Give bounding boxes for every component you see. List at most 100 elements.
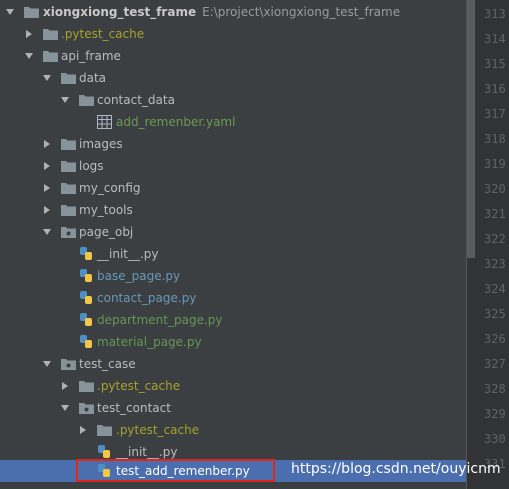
- tree-item-pytest-cache[interactable]: .pytest_cache: [0, 419, 466, 441]
- tree-item-label: contact_page.py: [97, 291, 197, 305]
- tree-item-label: .pytest_cache: [61, 27, 145, 41]
- line-number: 317: [484, 107, 506, 121]
- python-file-icon: [80, 313, 92, 326]
- line-number: 322: [484, 232, 506, 246]
- line-number: 321: [484, 207, 506, 221]
- tree-item-label: base_page.py: [97, 269, 181, 283]
- highlight-box: [76, 459, 275, 482]
- tree-item-department-page-py[interactable]: department_page.py: [0, 309, 466, 331]
- folder-icon: [43, 29, 58, 40]
- chevron-down-icon[interactable]: [6, 9, 14, 15]
- tree-item-label: test_contact: [97, 401, 171, 415]
- folder-icon: [61, 183, 76, 194]
- chevron-down-icon[interactable]: [43, 361, 51, 367]
- chevron-right-icon[interactable]: [80, 426, 86, 434]
- scrollbar-thumb[interactable]: [467, 0, 475, 258]
- tree-item-my-config[interactable]: my_config: [0, 177, 466, 199]
- folder-icon: [97, 425, 112, 436]
- folder-icon: [79, 95, 94, 106]
- folder-icon: [61, 139, 76, 150]
- python-file-icon: [80, 247, 92, 260]
- line-number: 327: [484, 357, 506, 371]
- line-number: 323: [484, 257, 506, 271]
- line-number: 325: [484, 307, 506, 321]
- watermark-text: https://blog.csdn.net/ouyicnm: [291, 461, 501, 477]
- tree-item-base-page-py[interactable]: base_page.py: [0, 265, 466, 287]
- tree-item-label: images: [79, 137, 123, 151]
- tree-item-add-remenber-yaml[interactable]: add_remenber.yaml: [0, 111, 466, 133]
- line-number: 329: [484, 407, 506, 421]
- line-number: 314: [484, 32, 506, 46]
- yaml-file-icon: [97, 115, 112, 129]
- tree-item-label: __init__.py: [97, 247, 159, 261]
- chevron-down-icon[interactable]: [43, 75, 51, 81]
- tree-item-label: .pytest_cache: [97, 379, 181, 393]
- tree-item-label: api_frame: [61, 49, 121, 63]
- line-number: 324: [484, 282, 506, 296]
- tree-item-label: department_page.py: [97, 313, 223, 327]
- project-tool-window: xiongxiong_test_frame E:\project\xiongxio…: [0, 0, 509, 489]
- line-number: 326: [484, 332, 506, 346]
- tree-item-page-obj[interactable]: page_obj: [0, 221, 466, 243]
- tree-item-contact-data[interactable]: contact_data: [0, 89, 466, 111]
- folder-icon: [43, 51, 58, 62]
- chevron-right-icon[interactable]: [44, 140, 50, 148]
- tree-item-label: .pytest_cache: [116, 423, 200, 437]
- tree-item-data[interactable]: data: [0, 67, 466, 89]
- folder-icon: [61, 73, 76, 84]
- tree-item-pytest-cache[interactable]: .pytest_cache: [0, 23, 466, 45]
- tree-item-label: contact_data: [97, 93, 175, 107]
- line-number: 316: [484, 82, 506, 96]
- tree-item-label: data: [79, 71, 107, 85]
- chevron-right-icon[interactable]: [44, 184, 50, 192]
- folder-icon: [61, 161, 76, 172]
- chevron-down-icon[interactable]: [61, 405, 69, 411]
- tree-item-images[interactable]: images: [0, 133, 466, 155]
- root-label: xiongxiong_test_frame E:\project\xiongxio…: [43, 1, 400, 23]
- tree-item-init-py[interactable]: __init__.py: [0, 243, 466, 265]
- tree-item-label: add_remenber.yaml: [116, 115, 236, 129]
- tree-item-logs[interactable]: logs: [0, 155, 466, 177]
- project-tree: xiongxiong_test_frame E:\project\xiongxio…: [0, 0, 466, 489]
- tree-item-api-frame[interactable]: api_frame: [0, 45, 466, 67]
- chevron-down-icon[interactable]: [25, 53, 33, 59]
- chevron-right-icon[interactable]: [44, 206, 50, 214]
- python-file-icon: [80, 335, 92, 348]
- tree-item-label: my_tools: [79, 203, 133, 217]
- chevron-down-icon[interactable]: [61, 97, 69, 103]
- tree-item-contact-page-py[interactable]: contact_page.py: [0, 287, 466, 309]
- line-number: 319: [484, 157, 506, 171]
- tree-item-label: material_page.py: [97, 335, 202, 349]
- line-number: 320: [484, 182, 506, 196]
- line-number: 313: [484, 7, 506, 21]
- line-number: 315: [484, 57, 506, 71]
- tree-item-label: my_config: [79, 181, 141, 195]
- tree-item-test-contact[interactable]: test_contact: [0, 397, 466, 419]
- package-folder-icon: [61, 227, 76, 238]
- folder-icon: [24, 7, 39, 18]
- chevron-down-icon[interactable]: [43, 229, 51, 235]
- tree-item-label: page_obj: [79, 225, 134, 239]
- root-name: xiongxiong_test_frame: [43, 5, 197, 19]
- chevron-right-icon[interactable]: [26, 30, 32, 38]
- chevron-right-icon[interactable]: [44, 162, 50, 170]
- line-number: 330: [484, 432, 506, 446]
- line-number: 318: [484, 132, 506, 146]
- chevron-right-icon[interactable]: [62, 382, 68, 390]
- tree-root-row[interactable]: xiongxiong_test_frame E:\project\xiongxio…: [0, 1, 466, 23]
- python-file-icon: [80, 291, 92, 304]
- package-folder-icon: [79, 403, 94, 414]
- line-number: 328: [484, 382, 506, 396]
- package-folder-icon: [61, 359, 76, 370]
- tree-item-pytest-cache[interactable]: .pytest_cache: [0, 375, 466, 397]
- root-path: E:\project\xiongxiong_test_frame: [202, 5, 401, 19]
- folder-icon: [79, 381, 94, 392]
- tree-item-test-case[interactable]: test_case: [0, 353, 466, 375]
- tree-item-label: logs: [79, 159, 104, 173]
- tree-item-my-tools[interactable]: my_tools: [0, 199, 466, 221]
- tree-item-label: test_case: [79, 357, 136, 371]
- tree-item-material-page-py[interactable]: material_page.py: [0, 331, 466, 353]
- python-file-icon: [98, 445, 110, 458]
- folder-icon: [61, 205, 76, 216]
- python-file-icon: [80, 269, 92, 282]
